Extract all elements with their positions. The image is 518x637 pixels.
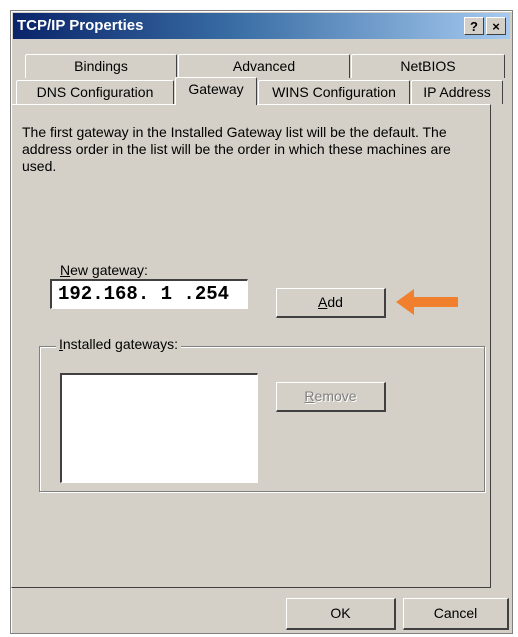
close-button[interactable]: × xyxy=(486,17,506,35)
tab-netbios[interactable]: NetBIOS xyxy=(351,54,505,78)
help-button[interactable]: ? xyxy=(464,17,484,35)
ok-button[interactable]: OK xyxy=(286,598,396,630)
tab-wins-configuration[interactable]: WINS Configuration xyxy=(258,80,410,104)
cancel-button[interactable]: Cancel xyxy=(403,598,509,630)
title-bar: TCP/IP Properties ? × xyxy=(13,13,510,39)
remove-button[interactable]: Remove xyxy=(276,382,386,412)
left-arrow-icon xyxy=(396,289,458,315)
gateway-description: The first gateway in the Installed Gatew… xyxy=(22,124,451,174)
installed-gateways-list[interactable] xyxy=(60,373,258,483)
tab-bindings[interactable]: Bindings xyxy=(25,54,177,78)
tab-dns-configuration[interactable]: DNS Configuration xyxy=(16,80,174,104)
new-gateway-ip-input[interactable]: 192.168. 1 .254 xyxy=(50,279,248,309)
tab-advanced[interactable]: Advanced xyxy=(178,54,350,78)
new-gateway-label: New gateway: xyxy=(60,262,148,278)
installed-gateways-label: Installed gateways: xyxy=(56,336,182,352)
tab-gateway[interactable]: Gateway xyxy=(175,77,257,105)
window-title: TCP/IP Properties xyxy=(17,17,144,34)
tab-ip-address[interactable]: IP Address xyxy=(411,80,503,104)
add-button[interactable]: Add xyxy=(276,288,386,318)
